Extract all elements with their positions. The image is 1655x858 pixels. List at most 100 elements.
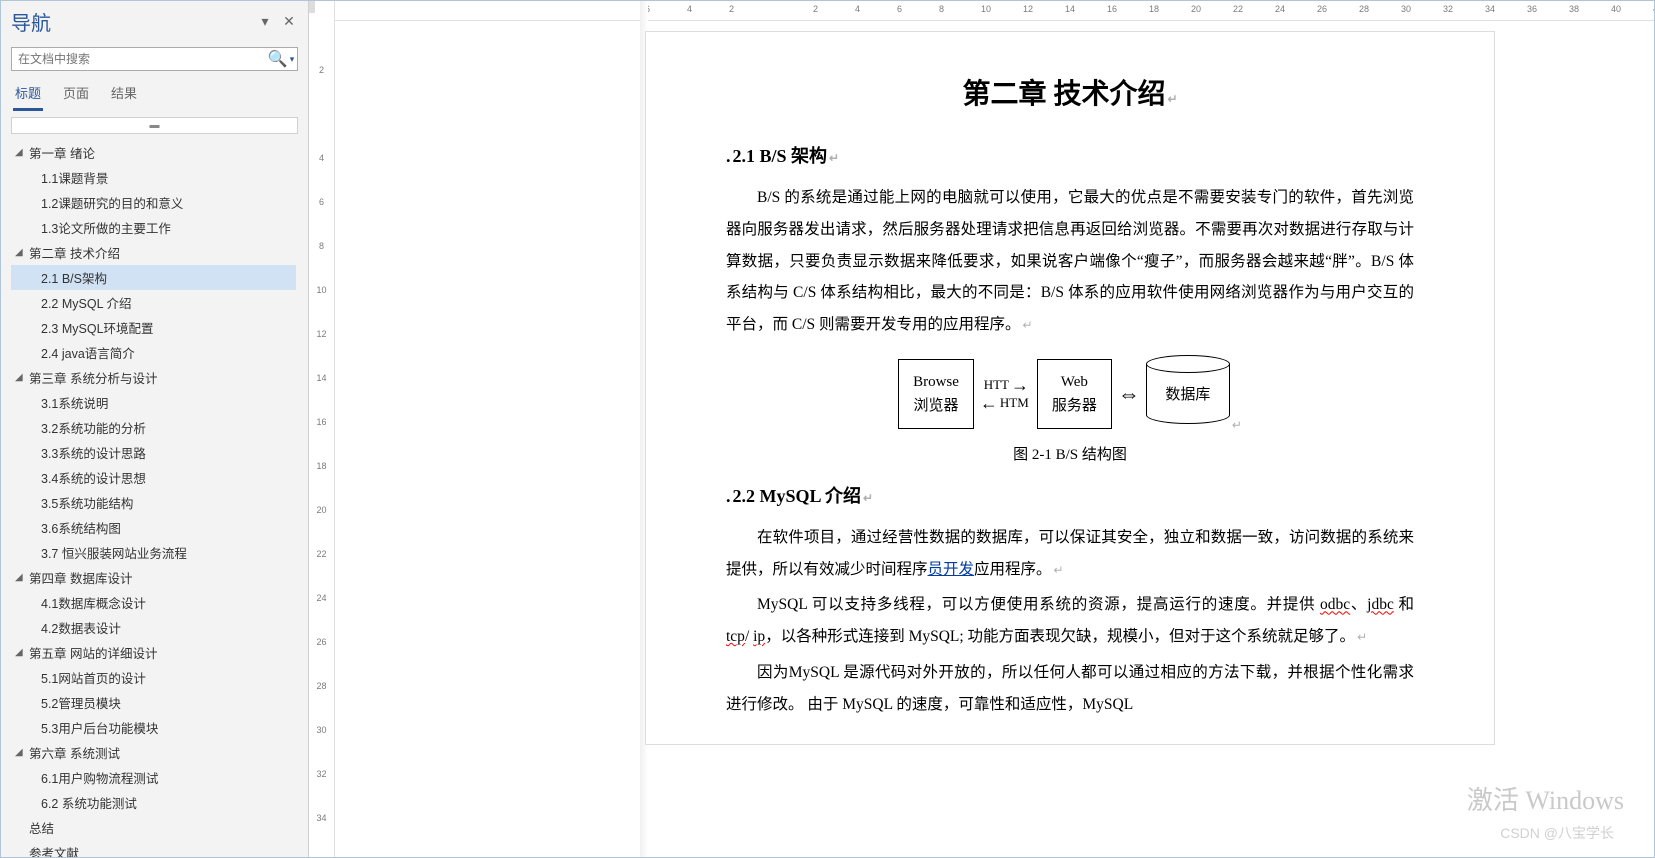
outline-item[interactable]: 3.3系统的设计思路 — [11, 440, 296, 465]
ruler-tick: 26 — [309, 637, 334, 647]
outline-item[interactable]: 5.3用户后台功能模块 — [11, 715, 296, 740]
outline-item[interactable]: 3.7 恒兴服装网站业务流程 — [11, 540, 296, 565]
section-2-2-paragraph-3: 因为MySQL 是源代码对外开放的，所以任何人都可以通过相应的方法下载，并根据个… — [726, 657, 1414, 721]
ruler-tick: 28 — [309, 681, 334, 691]
ruler-tick: 24 — [1275, 4, 1285, 14]
outline-item[interactable]: 参考文献 — [11, 840, 296, 857]
hyperlink-text[interactable]: 员开发 — [928, 561, 975, 578]
outline-item-label: 2.4 java语言简介 — [41, 343, 135, 362]
ruler-tick: 34 — [309, 813, 334, 823]
outline-item[interactable]: 5.1网站首页的设计 — [11, 665, 296, 690]
ruler-tick: 40 — [1611, 4, 1621, 14]
section-2-1-title: .2.1 B/S 架构↵ — [726, 142, 1414, 168]
outline-item-label: 第三章 系统分析与设计 — [29, 368, 157, 387]
ruler-tick: 14 — [309, 373, 334, 383]
outline-item-label: 第二章 技术介绍 — [29, 243, 120, 262]
ruler-tick: 20 — [309, 505, 334, 515]
outline-item[interactable]: 2.3 MySQL环境配置 — [11, 315, 296, 340]
caret-icon: ◢ — [15, 147, 29, 158]
search-button[interactable]: 🔍▾ — [265, 48, 297, 70]
nav-dropdown-icon[interactable]: ▾ — [256, 13, 274, 31]
section-2-2-paragraph-2: MySQL 可以支持多线程，可以方便使用系统的资源，提高运行的速度。并提供 od… — [726, 589, 1414, 653]
outline-item[interactable]: 2.4 java语言简介 — [11, 340, 296, 365]
document-area: 6422468101214161820222426283032343638404… — [335, 1, 1654, 857]
caret-icon: ◢ — [15, 572, 29, 583]
search-input[interactable] — [12, 48, 265, 70]
ruler-tick: 10 — [981, 4, 991, 14]
outline-item[interactable]: 3.5系统功能结构 — [11, 490, 296, 515]
outline-item-label: 3.3系统的设计思路 — [41, 443, 146, 462]
outline-item[interactable]: 3.2系统功能的分析 — [11, 415, 296, 440]
outline-item-label: 3.6系统结构图 — [41, 518, 121, 537]
ruler-tick: 10 — [309, 285, 334, 295]
ruler-tick: 4 — [855, 4, 860, 14]
bs-architecture-diagram: Browse 浏览器 HTT→ ←HTM Web 服务器 ⇔ 数据库 ↵ — [726, 355, 1414, 433]
tab-stop-indicator — [309, 1, 315, 13]
outline-item[interactable]: 1.2课题研究的目的和意义 — [11, 190, 296, 215]
caret-icon: ◢ — [15, 747, 29, 758]
outline-item-label: 4.1数据库概念设计 — [41, 593, 146, 612]
caret-icon: ◢ — [15, 247, 29, 258]
outline-item-label: 第五章 网站的详细设计 — [29, 643, 157, 662]
ruler-tick: 8 — [309, 241, 334, 251]
outline-item-label: 1.2课题研究的目的和意义 — [41, 193, 183, 212]
outline-item-label: 6.1用户购物流程测试 — [41, 768, 158, 787]
tab-headings[interactable]: 标题 — [13, 79, 43, 111]
outline-item-label: 2.2 MySQL 介绍 — [41, 293, 132, 312]
section-2-2-paragraph-1: 在软件项目，通过经营性数据的数据库，可以保证其安全，独立和数据一致，访问数据的系… — [726, 522, 1414, 586]
outline-item[interactable]: 3.1系统说明 — [11, 390, 296, 415]
outline-item-label: 1.1课题背景 — [41, 168, 108, 187]
outline-item-label: 3.2系统功能的分析 — [41, 418, 146, 437]
ruler-tick: 30 — [309, 725, 334, 735]
chevron-down-icon: ▾ — [290, 54, 295, 65]
tab-pages[interactable]: 页面 — [61, 79, 91, 111]
section-2-1-paragraph: B/S 的系统是通过能上网的电脑就可以使用，它最大的优点是不需要安装专门的软件，… — [726, 182, 1414, 341]
navigation-pane: 导航 ▾ ✕ 🔍▾ 标题 页面 结果 ▬ ◢第一章 绪论1.1课题背景1.2课题… — [1, 1, 309, 857]
outline-item-label: 第六章 系统测试 — [29, 743, 120, 762]
collapse-all-button[interactable]: ▬ — [11, 117, 298, 134]
ruler-tick: 18 — [1149, 4, 1159, 14]
ruler-tick: 2 — [309, 65, 334, 75]
tab-results[interactable]: 结果 — [109, 79, 139, 111]
vertical-ruler[interactable]: 246810121416182022242628303234 — [309, 1, 335, 857]
caret-icon: ◢ — [15, 372, 29, 383]
outline-item[interactable]: 6.2 系统功能测试 — [11, 790, 296, 815]
ruler-tick: 6 — [309, 197, 334, 207]
outline-item-label: 第一章 绪论 — [29, 143, 95, 162]
outline-item[interactable]: 2.1 B/S架构 — [11, 265, 296, 290]
search-icon: 🔍 — [268, 49, 288, 69]
csdn-watermark: CSDN @八宝学长 — [1500, 823, 1614, 843]
outline-item[interactable]: ◢第三章 系统分析与设计 — [11, 365, 296, 390]
outline-item[interactable]: 4.1数据库概念设计 — [11, 590, 296, 615]
outline-item[interactable]: ◢第五章 网站的详细设计 — [11, 640, 296, 665]
outline-item[interactable]: ◢第一章 绪论 — [11, 140, 296, 165]
outline-item[interactable]: 5.2管理员模块 — [11, 690, 296, 715]
outline-item[interactable]: 3.4系统的设计思想 — [11, 465, 296, 490]
ruler-tick: 38 — [1569, 4, 1579, 14]
outline-item[interactable]: 1.1课题背景 — [11, 165, 296, 190]
ruler-tick: 24 — [309, 593, 334, 603]
search-box: 🔍▾ — [11, 47, 298, 71]
document-page[interactable]: 第二章 技术介绍↵ .2.1 B/S 架构↵ B/S 的系统是通过能上网的电脑就… — [645, 31, 1495, 745]
outline-item[interactable]: 1.3论文所做的主要工作 — [11, 215, 296, 240]
outline-item[interactable]: 6.1用户购物流程测试 — [11, 765, 296, 790]
outline-item[interactable]: 总结 — [11, 815, 296, 840]
outline-item-label: 3.7 恒兴服装网站业务流程 — [41, 543, 187, 562]
horizontal-ruler[interactable]: 6422468101214161820222426283032343638404… — [335, 1, 1654, 21]
ruler-tick: 4 — [687, 4, 692, 14]
outline-item[interactable]: ◢第二章 技术介绍 — [11, 240, 296, 265]
ruler-tick: 18 — [309, 461, 334, 471]
nav-close-icon[interactable]: ✕ — [280, 13, 298, 31]
outline-item[interactable]: ◢第四章 数据库设计 — [11, 565, 296, 590]
outline-item[interactable]: 3.6系统结构图 — [11, 515, 296, 540]
outline-item-label: 3.1系统说明 — [41, 393, 108, 412]
ruler-tick: 28 — [1359, 4, 1369, 14]
outline-item[interactable]: 2.2 MySQL 介绍 — [11, 290, 296, 315]
outline-item[interactable]: ◢第六章 系统测试 — [11, 740, 296, 765]
ruler-tick: 22 — [309, 549, 334, 559]
outline-item[interactable]: 4.2数据表设计 — [11, 615, 296, 640]
outline-tree: ◢第一章 绪论1.1课题背景1.2课题研究的目的和意义1.3论文所做的主要工作◢… — [1, 138, 308, 857]
ruler-tick: 2 — [813, 4, 818, 14]
ruler-tick: 22 — [1233, 4, 1243, 14]
nav-tabs: 标题 页面 结果 — [1, 79, 308, 111]
